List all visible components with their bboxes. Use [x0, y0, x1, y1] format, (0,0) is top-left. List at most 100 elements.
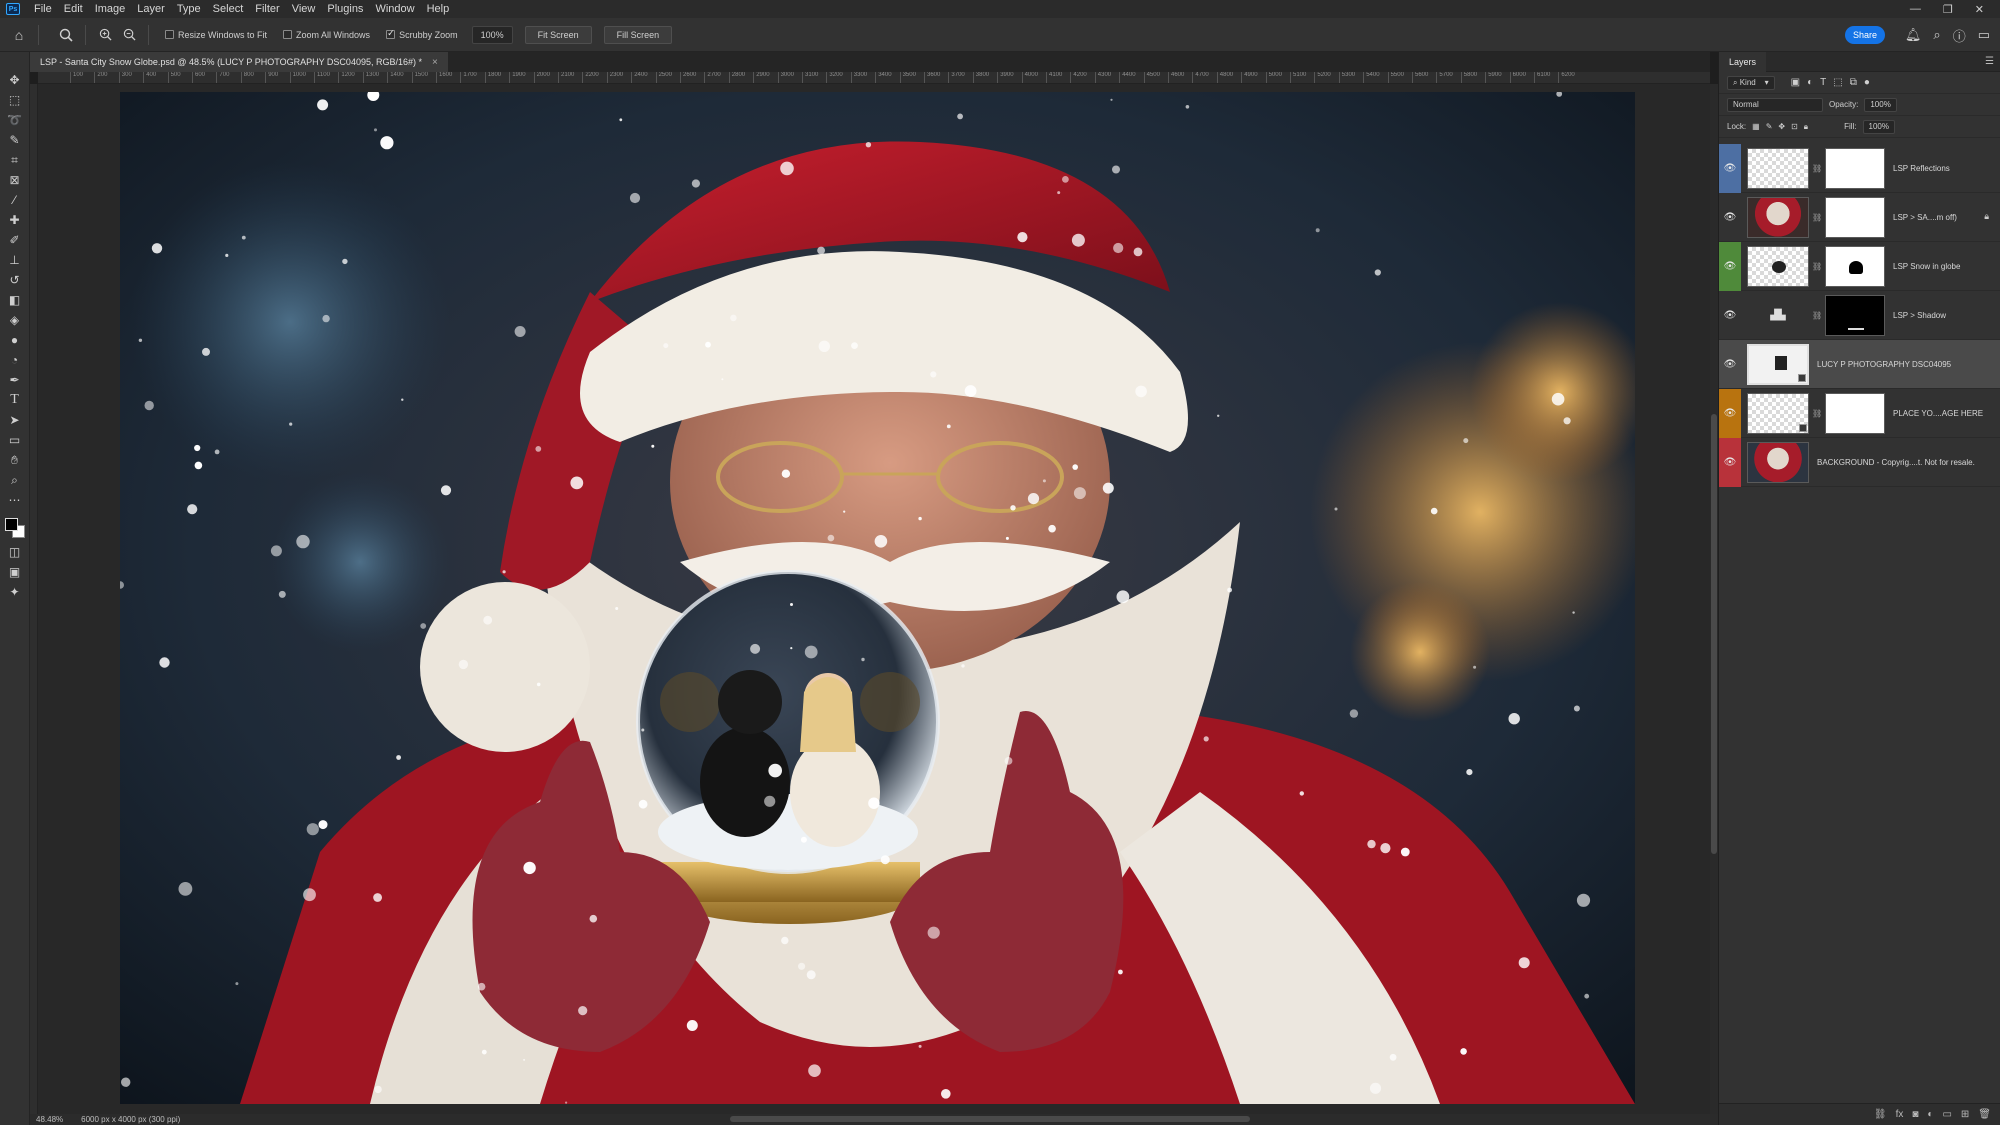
menu-help[interactable]: Help — [421, 3, 456, 15]
vertical-ruler[interactable] — [30, 84, 38, 1114]
menu-type[interactable]: Type — [171, 3, 207, 15]
dodge-tool-icon[interactable]: ◔ — [4, 350, 26, 370]
zoom-in-icon[interactable] — [94, 24, 116, 46]
eye-icon[interactable]: 👁︎ — [1724, 359, 1737, 370]
type-filter-icon[interactable]: T — [1820, 77, 1826, 88]
menu-layer[interactable]: Layer — [131, 3, 171, 15]
layer-row[interactable]: 👁︎ ⛓ LSP Snow in globe — [1719, 241, 2000, 291]
menu-image[interactable]: Image — [89, 3, 132, 15]
scrubby-zoom-checkbox[interactable]: Scrubby Zoom — [386, 28, 458, 40]
layer-row[interactable]: 👁︎ BACKGROUND - Copyrig....t. Not for re… — [1719, 437, 2000, 487]
rectangle-tool-icon[interactable]: ▭ — [4, 430, 26, 450]
menu-file[interactable]: File — [28, 3, 58, 15]
workspace-icon[interactable]: ▭ — [1978, 27, 1990, 43]
shape-filter-icon[interactable]: ⬚ — [1833, 77, 1842, 88]
zoom-level[interactable]: 48.48% — [36, 1115, 63, 1124]
lock-artboard-icon[interactable]: ⊡ — [1791, 122, 1798, 131]
eyedropper-tool-icon[interactable]: ⁄ — [4, 190, 26, 210]
hand-tool-icon[interactable]: ✋︎ — [4, 450, 26, 470]
add-mask-icon[interactable]: ◙ — [1912, 1109, 1918, 1120]
tab-layers[interactable]: Layers — [1719, 51, 1767, 72]
menu-window[interactable]: Window — [369, 3, 420, 15]
layer-mask-thumbnail[interactable] — [1825, 392, 1885, 434]
bell-icon[interactable]: 🔔︎ — [1905, 27, 1922, 43]
zoom-out-icon[interactable] — [118, 24, 140, 46]
link-layers-icon[interactable]: ⛓ — [1874, 1109, 1887, 1120]
marquee-tool-icon[interactable]: ⬚ — [4, 90, 26, 110]
resize-windows-checkbox[interactable]: Resize Windows to Fit — [165, 30, 267, 40]
history-brush-icon[interactable]: ↺ — [4, 270, 26, 290]
quick-select-tool-icon[interactable]: ✎ — [4, 130, 26, 150]
horizontal-scrollbar-thumb[interactable] — [730, 1116, 1250, 1122]
blur-tool-icon[interactable]: ● — [4, 330, 26, 350]
blend-mode-dropdown[interactable]: Normal — [1727, 97, 1823, 112]
vertical-scrollbar[interactable] — [1710, 84, 1718, 1114]
crop-tool-icon[interactable]: ⌗ — [4, 150, 26, 170]
pixel-filter-icon[interactable]: ▣ — [1791, 77, 1800, 88]
move-tool-icon[interactable]: ✥ — [4, 70, 26, 90]
frame-tool-icon[interactable]: ⊠ — [4, 170, 26, 190]
foreground-color-swatch[interactable] — [4, 518, 18, 531]
adjustment-layer-icon[interactable]: ◐ — [1927, 1109, 1933, 1120]
new-group-icon[interactable]: ▭ — [1942, 1109, 1951, 1120]
screen-mode-icon[interactable]: ▣ — [4, 562, 26, 582]
layer-row[interactable]: 👁︎ ⛓ PLACE YO....AGE HERE — [1719, 388, 2000, 438]
document-canvas[interactable] — [120, 92, 1635, 1104]
type-tool-icon[interactable]: T — [4, 390, 26, 410]
filter-toggle-icon[interactable]: ● — [1864, 77, 1870, 88]
close-icon[interactable]: ✕ — [1975, 3, 1984, 16]
eye-icon[interactable]: 👁︎ — [1724, 212, 1737, 223]
link-icon[interactable]: ⛓ — [1812, 262, 1822, 271]
ai-generate-icon[interactable]: ✦ — [4, 582, 26, 602]
eye-icon[interactable]: 👁︎ — [1724, 408, 1737, 419]
fill-field[interactable]: 100% — [1862, 119, 1895, 134]
lock-transparency-icon[interactable]: ▦ — [1752, 122, 1760, 131]
eye-icon[interactable]: 👁︎ — [1724, 457, 1737, 468]
share-button[interactable]: Share — [1845, 26, 1885, 44]
eye-icon[interactable]: 👁︎ — [1724, 261, 1737, 272]
layer-row-selected[interactable]: 👁︎ LUCY P PHOTOGRAPHY DSC04095 — [1719, 340, 2000, 389]
layer-row[interactable]: 👁︎ ⛓ LSP > SA....m off) 🔒︎ — [1719, 193, 2000, 242]
zoom-percent-field[interactable]: 100% — [471, 25, 513, 44]
minimize-icon[interactable]: — — [1910, 3, 1921, 15]
more-tools-icon[interactable]: ⋯ — [4, 490, 26, 510]
zoom-tool-icon[interactable] — [55, 24, 77, 46]
zoom-tool-icon[interactable]: ⌕ — [4, 470, 26, 490]
clone-stamp-icon[interactable]: ⊥ — [4, 250, 26, 270]
link-icon[interactable]: ⛓ — [1812, 213, 1822, 222]
layer-row[interactable]: 👁︎ ⛓ LSP Reflections — [1719, 143, 2000, 193]
layer-mask-thumbnail[interactable] — [1825, 147, 1885, 189]
layer-style-icon[interactable]: fx — [1896, 1109, 1904, 1120]
panel-menu-icon[interactable]: ☰ — [1985, 56, 1994, 67]
layer-mask-thumbnail[interactable] — [1825, 294, 1885, 336]
lock-position-icon[interactable]: ✥ — [1778, 122, 1785, 131]
smart-object-filter-icon[interactable]: ⧉ — [1850, 77, 1857, 88]
layer-mask-thumbnail[interactable] — [1825, 245, 1885, 287]
zoom-all-windows-checkbox[interactable]: Zoom All Windows — [283, 30, 370, 40]
menu-edit[interactable]: Edit — [58, 3, 89, 15]
fit-screen-button[interactable]: Fit Screen — [524, 25, 592, 44]
menu-plugins[interactable]: Plugins — [321, 3, 369, 15]
trash-icon[interactable]: 🗑︎ — [1978, 1109, 1991, 1120]
layer-mask-thumbnail[interactable] — [1825, 196, 1885, 238]
new-layer-icon[interactable]: ⊞ — [1961, 1109, 1969, 1120]
menu-filter[interactable]: Filter — [249, 3, 285, 15]
brush-tool-icon[interactable]: ✐ — [4, 230, 26, 250]
eraser-tool-icon[interactable]: ◧ — [4, 290, 26, 310]
fill-screen-button[interactable]: Fill Screen — [603, 25, 673, 44]
adjustment-filter-icon[interactable]: ◐ — [1807, 77, 1813, 88]
quick-mask-icon[interactable]: ◫ — [4, 542, 26, 562]
eye-icon[interactable]: 👁︎ — [1724, 310, 1737, 321]
lock-pixels-icon[interactable]: ✎ — [1766, 122, 1773, 131]
help-icon[interactable]: ⓘ — [1953, 26, 1966, 45]
close-tab-icon[interactable]: × — [432, 57, 438, 68]
menu-select[interactable]: Select — [207, 3, 250, 15]
eye-icon[interactable]: 👁︎ — [1724, 163, 1737, 174]
path-select-icon[interactable]: ➤ — [4, 410, 26, 430]
healing-brush-icon[interactable]: ✚ — [4, 210, 26, 230]
document-dimensions[interactable]: 6000 px x 4000 px (300 ppi) — [81, 1115, 180, 1124]
pen-tool-icon[interactable]: ✒ — [4, 370, 26, 390]
kind-filter-dropdown[interactable]: ⌕ Kind ▾ — [1727, 75, 1775, 90]
home-icon[interactable]: ⌂ — [8, 24, 30, 46]
link-icon[interactable]: ⛓ — [1812, 311, 1822, 320]
